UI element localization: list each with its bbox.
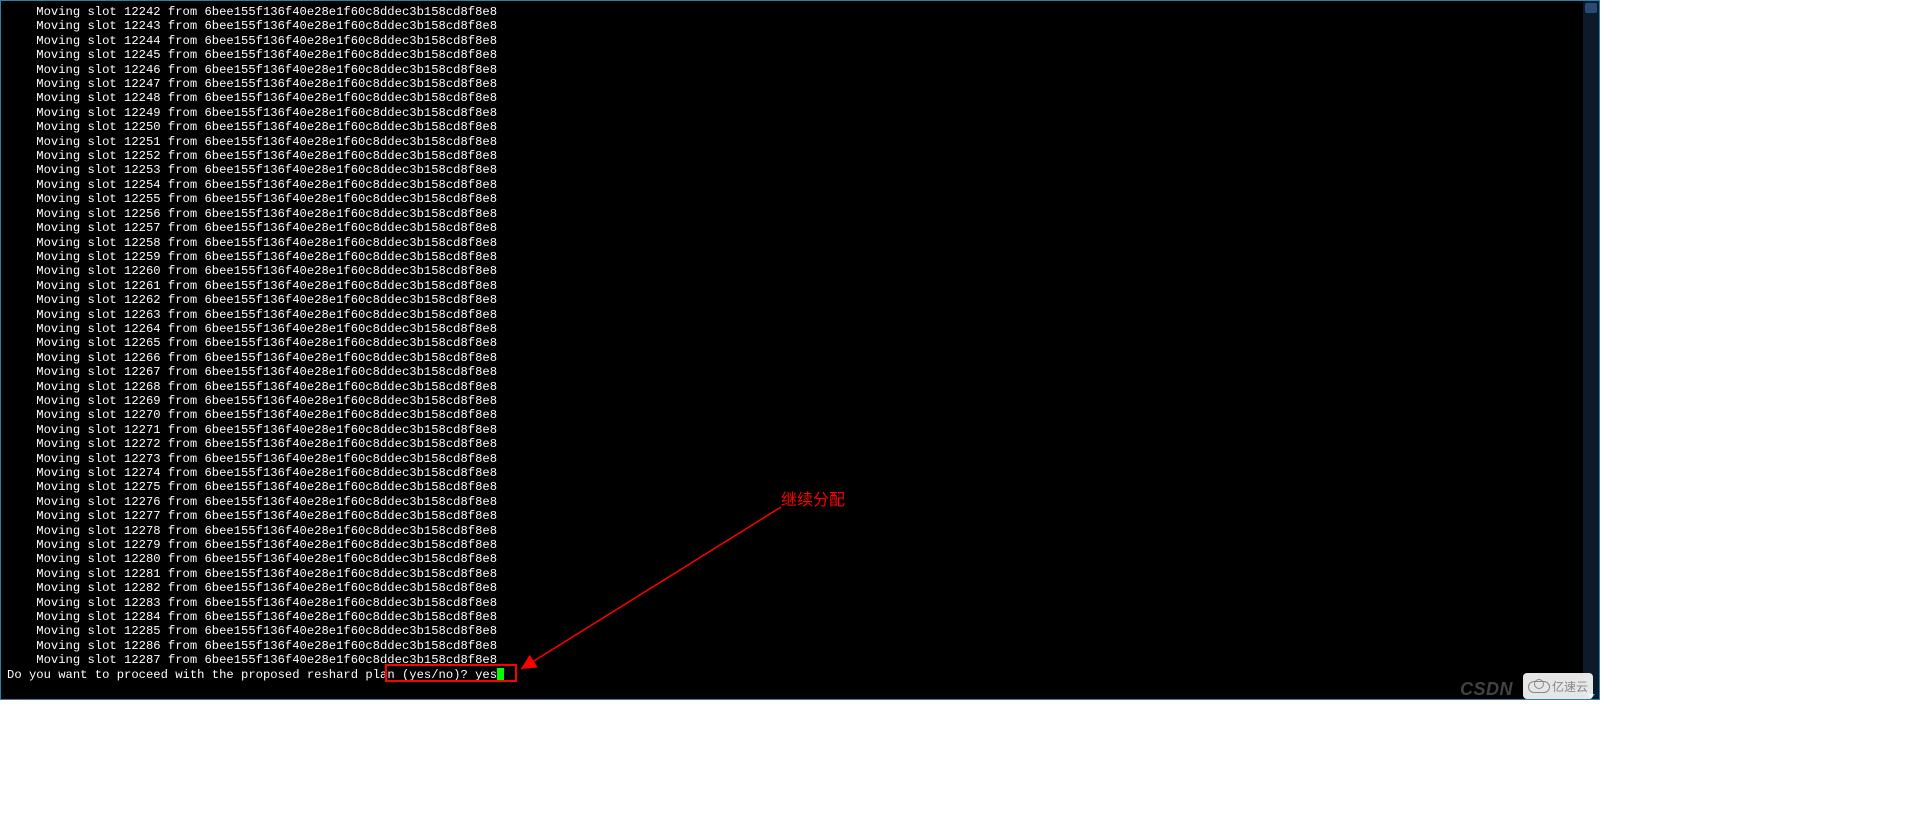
yisu-watermark: 亿速云: [1523, 673, 1593, 699]
csdn-watermark: CSDN: [1460, 679, 1513, 700]
cursor-icon: [497, 668, 504, 682]
terminal-output[interactable]: Moving slot 12242 from 6bee155f136f40e28…: [1, 1, 1585, 700]
prompt-line[interactable]: Do you want to proceed with the proposed…: [7, 668, 504, 682]
yisu-label: 亿速云: [1552, 678, 1588, 695]
terminal-window: Moving slot 12242 from 6bee155f136f40e28…: [0, 0, 1600, 700]
scrollbar-thumb[interactable]: [1585, 3, 1597, 13]
cloud-icon: [1528, 679, 1548, 693]
terminal-scrollbar[interactable]: [1583, 1, 1599, 700]
prompt-highlighted-text: plan (yes/no)? yes: [365, 668, 497, 682]
annotation-label: 继续分配: [781, 486, 845, 510]
